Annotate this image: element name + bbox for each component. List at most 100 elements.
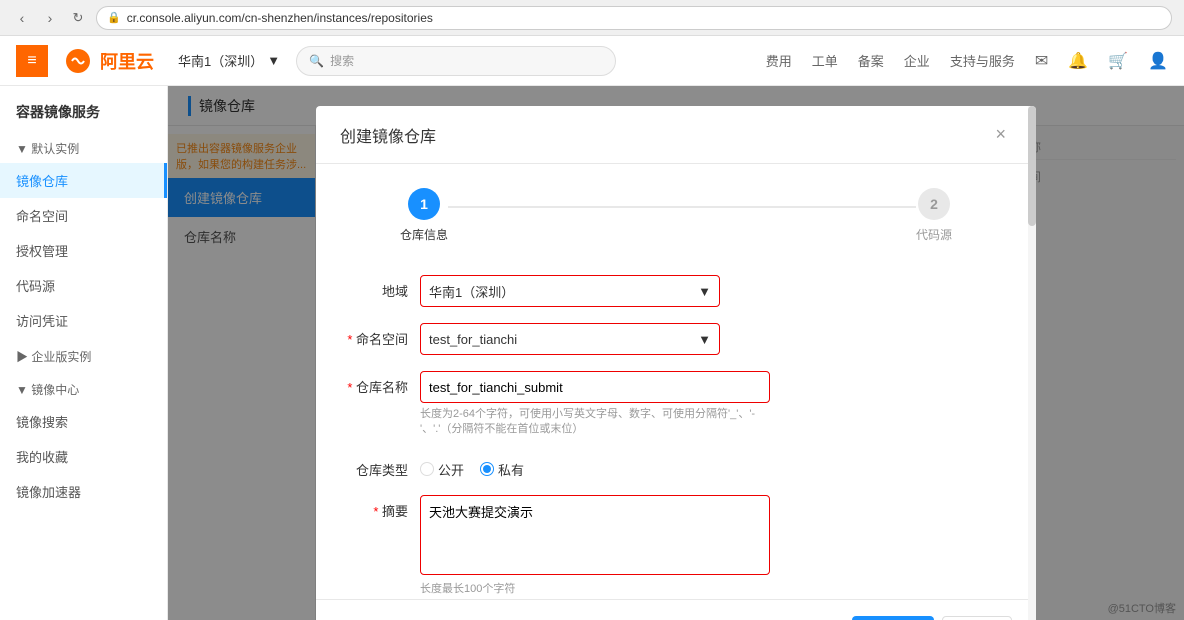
summary-hint: 长度最长100个字符 — [420, 582, 770, 597]
hamburger-icon: ≡ — [27, 52, 36, 70]
radio-group-repo-type: 公开 私有 — [420, 454, 720, 479]
namespace-control: test_for_tianchi ▼ — [420, 323, 720, 355]
page-area: 镜像仓库 已推出容器镜像服务企业版，如果您的构建任务涉... 创建镜像仓库 仓库… — [168, 86, 1184, 620]
region-label: 地域 — [340, 275, 420, 300]
modal-scrollbar-thumb — [1028, 106, 1036, 226]
search-bar[interactable]: 🔍 搜索 — [296, 46, 616, 76]
sidebar-group-image-center[interactable]: ▼ 镜像中心 — [0, 375, 167, 404]
repo-name-control: 长度为2-64个字符，可使用小写英文字母、数字、可使用分隔符'_'、'-'、'.… — [420, 371, 770, 438]
region-selector[interactable]: 华南1（深圳） ▼ — [178, 51, 280, 70]
repo-name-input[interactable] — [420, 371, 770, 403]
modal-close-button[interactable]: × — [989, 122, 1012, 147]
region-select[interactable]: 华南1（深圳） ▼ — [420, 275, 720, 307]
message-icon[interactable]: ✉ — [1035, 51, 1048, 71]
sidebar-group-enterprise[interactable]: ▶ 企业版实例 — [0, 342, 167, 371]
namespace-label: 命名空间 — [340, 323, 420, 348]
sidebar-title: 容器镜像服务 — [0, 102, 167, 134]
radio-private-label: 私有 — [498, 460, 524, 479]
step-1: 1 仓库信息 — [400, 188, 448, 243]
sidebar-item-accelerator[interactable]: 镜像加速器 — [0, 474, 167, 509]
summary-label: 摘要 — [340, 495, 420, 520]
main-content: 容器镜像服务 ▼ 默认实例 镜像仓库 命名空间 授权管理 代码源 访问凭证 ▶ … — [0, 86, 1184, 620]
repo-name-label: 仓库名称 — [340, 371, 420, 396]
region-label: 华南1（深圳） — [178, 51, 263, 70]
step-2: 2 代码源 — [916, 188, 952, 243]
lock-icon: 🔒 — [107, 11, 121, 24]
modal-header: 创建镜像仓库 × — [316, 106, 1036, 164]
nav-zhichi[interactable]: 支持与服务 — [950, 51, 1015, 70]
modal-scrollbar[interactable] — [1028, 106, 1036, 620]
step-2-number: 2 — [930, 196, 938, 212]
repo-type-label: 仓库类型 — [340, 454, 420, 479]
forward-button[interactable]: › — [40, 8, 60, 28]
steps: 1 仓库信息 2 代码源 — [340, 188, 1012, 243]
modal-title: 创建镜像仓库 — [340, 123, 436, 147]
sidebar-section-enterprise: ▶ 企业版实例 — [0, 342, 167, 371]
nav-gongdan[interactable]: 工单 — [812, 51, 838, 70]
repo-name-hint: 长度为2-64个字符，可使用小写英文字母、数字、可使用分隔符'_'、'-'、'.… — [420, 407, 770, 438]
step-line — [448, 206, 916, 208]
browser-bar: ‹ › ↻ 🔒 cr.console.aliyun.com/cn-shenzhe… — [0, 0, 1184, 36]
search-placeholder: 搜索 — [330, 52, 354, 69]
reload-button[interactable]: ↻ — [68, 8, 88, 28]
next-button[interactable]: 下一步 — [852, 616, 934, 620]
sidebar-item-favorites[interactable]: 我的收藏 — [0, 439, 167, 474]
modal-footer: 下一步 取消 — [316, 599, 1036, 620]
namespace-select[interactable]: test_for_tianchi ▼ — [420, 323, 720, 355]
form-row-repo-type: 仓库类型 公开 私有 — [340, 454, 1012, 479]
hamburger-button[interactable]: ≡ — [16, 45, 48, 77]
cart-icon[interactable]: 🛒 — [1108, 51, 1128, 71]
app-layout: ≡ 阿里云 华南1（深圳） ▼ 🔍 搜索 费用 工单 备案 企业 支持与服务 ✉… — [0, 36, 1184, 620]
form-row-region: 地域 华南1（深圳） ▼ — [340, 275, 1012, 307]
url-bar[interactable]: 🔒 cr.console.aliyun.com/cn-shenzhen/inst… — [96, 6, 1172, 30]
logo-area: 阿里云 — [64, 47, 154, 75]
sidebar-item-code-source[interactable]: 代码源 — [0, 268, 167, 303]
sidebar: 容器镜像服务 ▼ 默认实例 镜像仓库 命名空间 授权管理 代码源 访问凭证 ▶ … — [0, 86, 168, 620]
radio-public[interactable]: 公开 — [420, 460, 464, 479]
url-text: cr.console.aliyun.com/cn-shenzhen/instan… — [127, 11, 433, 25]
user-icon[interactable]: 👤 — [1148, 51, 1168, 71]
sidebar-item-namespace[interactable]: 命名空间 — [0, 198, 167, 233]
region-arrow-icon: ▼ — [267, 53, 280, 68]
radio-private-circle — [480, 462, 494, 476]
modal-overlay: 创建镜像仓库 × 1 仓库信息 — [168, 86, 1184, 620]
radio-public-circle — [420, 462, 434, 476]
repo-type-control: 公开 私有 — [420, 454, 720, 479]
aliyun-logo-icon — [64, 47, 92, 75]
search-icon: 🔍 — [309, 54, 324, 68]
create-repo-modal: 创建镜像仓库 × 1 仓库信息 — [316, 106, 1036, 620]
nav-actions: 费用 工单 备案 企业 支持与服务 ✉ 🔔 🛒 👤 — [766, 51, 1168, 71]
step-1-circle: 1 — [408, 188, 440, 220]
nav-qiye[interactable]: 企业 — [904, 51, 930, 70]
form-row-summary: 摘要 长度最长100个字符 — [340, 495, 1012, 597]
sidebar-item-image-search[interactable]: 镜像搜索 — [0, 404, 167, 439]
sidebar-item-access-cert[interactable]: 访问凭证 — [0, 303, 167, 338]
sidebar-section-default: ▼ 默认实例 镜像仓库 命名空间 授权管理 代码源 访问凭证 — [0, 134, 167, 338]
top-nav: ≡ 阿里云 华南1（深圳） ▼ 🔍 搜索 费用 工单 备案 企业 支持与服务 ✉… — [0, 36, 1184, 86]
region-select-value: 华南1（深圳） — [429, 282, 514, 301]
bell-icon[interactable]: 🔔 — [1068, 51, 1088, 71]
sidebar-item-image-repo[interactable]: 镜像仓库 — [0, 163, 167, 198]
radio-public-label: 公开 — [438, 460, 464, 479]
step-1-number: 1 — [420, 196, 428, 212]
nav-feiyong[interactable]: 费用 — [766, 51, 792, 70]
region-control: 华南1（深圳） ▼ — [420, 275, 720, 307]
form-row-namespace: 命名空间 test_for_tianchi ▼ — [340, 323, 1012, 355]
summary-control: 长度最长100个字符 — [420, 495, 770, 597]
cancel-button[interactable]: 取消 — [942, 616, 1012, 620]
step-2-label: 代码源 — [916, 226, 952, 243]
step-1-label: 仓库信息 — [400, 226, 448, 243]
back-button[interactable]: ‹ — [12, 8, 32, 28]
nav-beian[interactable]: 备案 — [858, 51, 884, 70]
summary-textarea[interactable] — [420, 495, 770, 575]
form-row-repo-name: 仓库名称 长度为2-64个字符，可使用小写英文字母、数字、可使用分隔符'_'、'… — [340, 371, 1012, 438]
step-2-circle: 2 — [918, 188, 950, 220]
namespace-select-value: test_for_tianchi — [429, 332, 517, 347]
logo-text: 阿里云 — [100, 48, 154, 74]
sidebar-group-default[interactable]: ▼ 默认实例 — [0, 134, 167, 163]
modal-body: 1 仓库信息 2 代码源 — [316, 164, 1036, 599]
region-select-arrow: ▼ — [698, 284, 711, 299]
radio-private[interactable]: 私有 — [480, 460, 524, 479]
sidebar-item-auth[interactable]: 授权管理 — [0, 233, 167, 268]
namespace-select-arrow: ▼ — [698, 332, 711, 347]
